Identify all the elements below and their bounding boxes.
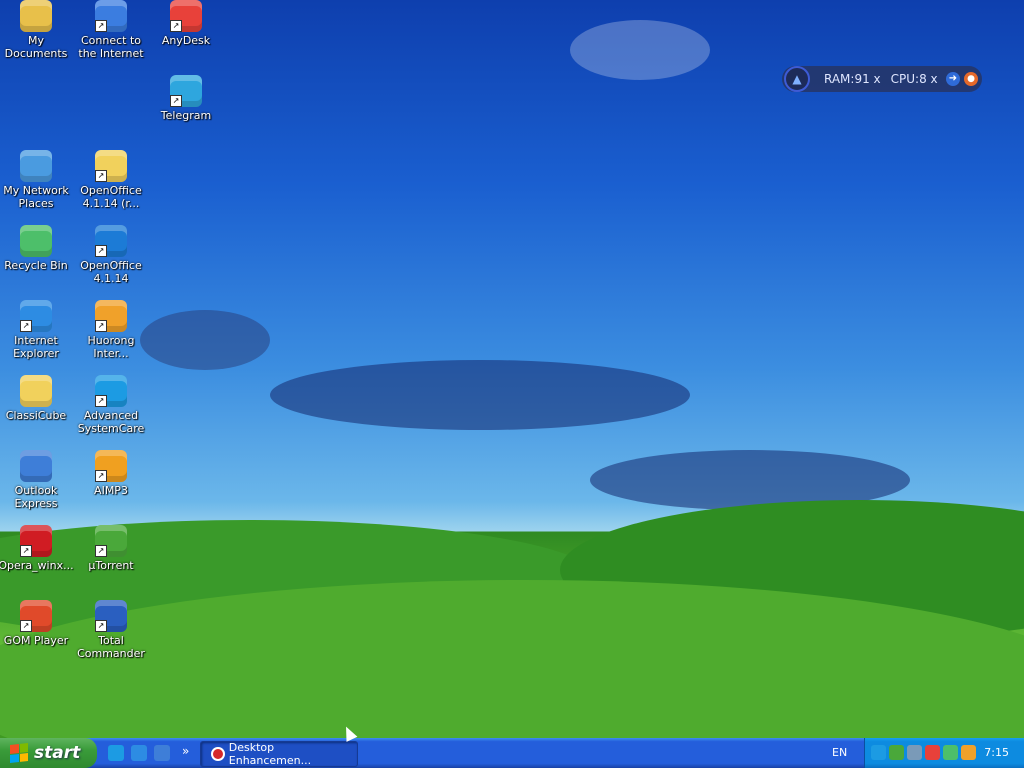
quick-launch-chevron-icon[interactable]: » bbox=[182, 744, 189, 758]
desktop-icon-label: Connect to the Internet bbox=[78, 34, 144, 60]
shortcut-arrow-icon: ↗ bbox=[20, 320, 32, 332]
cpu-usage: CPU:8 x bbox=[890, 72, 938, 86]
utorrent-tray-icon[interactable] bbox=[889, 745, 904, 760]
advanced-systemcare-tray-icon[interactable] bbox=[871, 745, 886, 760]
desktop-icon[interactable]: ↗ AIMP3 bbox=[73, 450, 149, 497]
desktop-icon-label: Telegram bbox=[160, 109, 212, 122]
desktop-icon[interactable]: My Documents bbox=[0, 0, 74, 60]
desktop-icon-label: OpenOffice 4.1.14 bbox=[80, 259, 142, 285]
windows-flag-icon bbox=[10, 743, 28, 763]
desktop-icon[interactable]: Outlook Express bbox=[0, 450, 74, 510]
taskbar-window-label: Desktop Enhancemen... bbox=[228, 741, 312, 767]
language-indicator[interactable]: EN bbox=[832, 746, 847, 759]
utorrent-icon: ↗ bbox=[95, 525, 127, 557]
desktop-icon[interactable]: ClassiCube bbox=[0, 375, 74, 422]
advanced-systemcare-icon[interactable] bbox=[108, 745, 124, 761]
desktop-icon[interactable]: ↗ OpenOffice 4.1.14 (r... bbox=[73, 150, 149, 210]
desktop-icon[interactable]: ↗ Total Commander bbox=[73, 600, 149, 660]
opera-icon bbox=[211, 747, 225, 761]
shortcut-arrow-icon: ↗ bbox=[20, 545, 32, 557]
ram-usage: RAM:91 x bbox=[824, 72, 881, 86]
taskbar-window-button[interactable]: Desktop Enhancemen... bbox=[200, 741, 358, 767]
desktop-icon-label: GOM Player bbox=[3, 634, 69, 647]
cloud bbox=[140, 310, 270, 370]
shortcut-arrow-icon: ↗ bbox=[95, 20, 107, 32]
shortcut-arrow-icon: ↗ bbox=[20, 620, 32, 632]
desktop-icon[interactable]: ↗ µTorrent bbox=[73, 525, 149, 572]
huorong-tray-icon[interactable] bbox=[961, 745, 976, 760]
desktop-icon-label: Internet Explorer bbox=[13, 334, 59, 360]
shortcut-arrow-icon: ↗ bbox=[170, 95, 182, 107]
rocket-icon[interactable]: ▲ bbox=[784, 66, 810, 92]
internet-explorer-icon: ↗ bbox=[20, 300, 52, 332]
advanced-systemcare-icon: ↗ bbox=[95, 375, 127, 407]
network-tray-icon[interactable] bbox=[907, 745, 922, 760]
desktop-icon-label: OpenOffice 4.1.14 (r... bbox=[80, 184, 142, 210]
shortcut-arrow-icon: ↗ bbox=[95, 545, 107, 557]
outlook-express-icon[interactable] bbox=[154, 745, 170, 761]
recycle-bin-icon bbox=[20, 225, 52, 257]
recycle-tray-icon[interactable] bbox=[943, 745, 958, 760]
desktop-icon-label: Outlook Express bbox=[14, 484, 58, 510]
shortcut-arrow-icon: ↗ bbox=[95, 245, 107, 257]
desktop-icon[interactable]: ↗ Telegram bbox=[148, 75, 224, 122]
desktop-icon[interactable]: ↗ Opera_winx... bbox=[0, 525, 74, 572]
shortcut-arrow-icon: ↗ bbox=[95, 620, 107, 632]
desktop-icon[interactable]: ↗ AnyDesk bbox=[148, 0, 224, 47]
desktop-icon[interactable]: ↗ Connect to the Internet bbox=[73, 0, 149, 60]
desktop-icon-label: Opera_winx... bbox=[0, 559, 74, 572]
taskbar: start » Desktop Enhancemen... EN 7:15 bbox=[0, 738, 1024, 768]
desktop-icon-label: My Network Places bbox=[3, 184, 69, 210]
anydesk-tray-icon[interactable] bbox=[925, 745, 940, 760]
start-label: start bbox=[34, 743, 81, 763]
anydesk-icon: ↗ bbox=[170, 0, 202, 32]
aimp-icon: ↗ bbox=[95, 450, 127, 482]
desktop-icon-label: AnyDesk bbox=[161, 34, 211, 47]
telegram-icon: ↗ bbox=[170, 75, 202, 107]
desktop-icon[interactable]: ↗ OpenOffice 4.1.14 bbox=[73, 225, 149, 285]
desktop-icon-label: Recycle Bin bbox=[4, 259, 68, 272]
shortcut-arrow-icon: ↗ bbox=[95, 320, 107, 332]
arrow-right-icon[interactable]: ➜ bbox=[946, 72, 960, 86]
openoffice-icon: ↗ bbox=[95, 225, 127, 257]
shortcut-arrow-icon: ↗ bbox=[170, 20, 182, 32]
system-monitor-widget[interactable]: ▲ RAM:91 x CPU:8 x ➜ ● bbox=[782, 66, 982, 92]
desktop-icon[interactable]: My Network Places bbox=[0, 150, 74, 210]
shortcut-arrow-icon: ↗ bbox=[95, 470, 107, 482]
internet-explorer-icon[interactable] bbox=[131, 745, 147, 761]
shortcut-arrow-icon: ↗ bbox=[95, 395, 107, 407]
gom-player-icon: ↗ bbox=[20, 600, 52, 632]
cloud bbox=[270, 360, 690, 430]
folder-icon bbox=[20, 375, 52, 407]
bell-icon[interactable]: ● bbox=[964, 72, 978, 86]
clock[interactable]: 7:15 bbox=[984, 746, 1009, 759]
desktop-icon[interactable]: ↗ Internet Explorer bbox=[0, 300, 74, 360]
network-places-icon bbox=[20, 150, 52, 182]
connect-internet-icon: ↗ bbox=[95, 0, 127, 32]
huorong-icon: ↗ bbox=[95, 300, 127, 332]
system-tray: 7:15 bbox=[864, 738, 1024, 768]
desktop-icon[interactable]: ↗ Advanced SystemCare bbox=[73, 375, 149, 435]
desktop-background: My Documents ↗ Connect to the Internet ↗ Any… bbox=[0, 0, 1024, 738]
desktop-icon[interactable]: Recycle Bin bbox=[0, 225, 74, 272]
folder-documents-icon bbox=[20, 0, 52, 32]
start-button[interactable]: start bbox=[0, 738, 97, 768]
cloud bbox=[570, 20, 710, 80]
total-commander-icon: ↗ bbox=[95, 600, 127, 632]
desktop-icon-label: Huorong Inter... bbox=[87, 334, 135, 360]
desktop-icon-label: Advanced SystemCare bbox=[77, 409, 145, 435]
desktop-icon-label: My Documents bbox=[4, 34, 68, 60]
desktop-icon[interactable]: ↗ Huorong Inter... bbox=[73, 300, 149, 360]
desktop-icon[interactable]: ↗ GOM Player bbox=[0, 600, 74, 647]
desktop-icon-label: Total Commander bbox=[77, 634, 145, 660]
desktop-icon-label: µTorrent bbox=[88, 559, 134, 572]
desktop-icon-label: ClassiCube bbox=[5, 409, 67, 422]
desktop-icon-label: AIMP3 bbox=[94, 484, 128, 497]
folder-icon: ↗ bbox=[95, 150, 127, 182]
shortcut-arrow-icon: ↗ bbox=[95, 170, 107, 182]
outlook-express-icon bbox=[20, 450, 52, 482]
opera-installer-icon: ↗ bbox=[20, 525, 52, 557]
